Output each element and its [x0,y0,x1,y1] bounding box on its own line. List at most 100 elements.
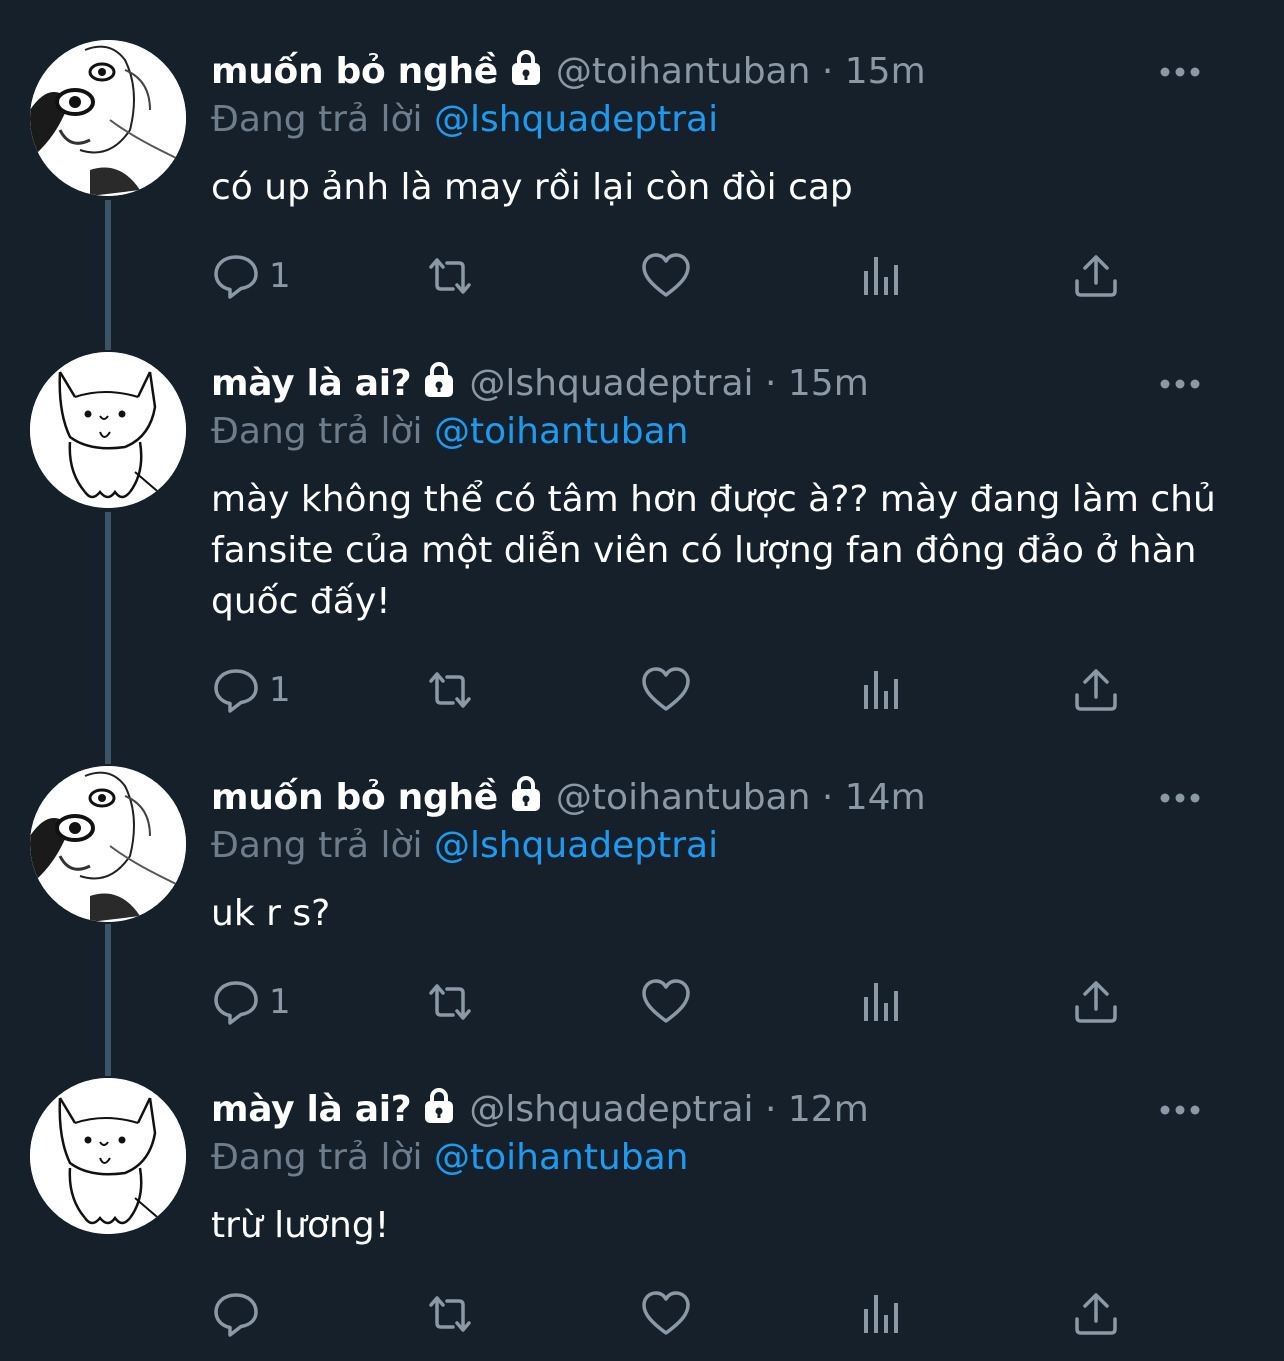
share-button[interactable] [1071,662,1121,718]
share-icon [1075,255,1117,297]
tweet-actions [211,1286,1131,1342]
retweet-icon [429,258,471,294]
reply-mention-link[interactable]: @lshquadeptrai [434,99,718,140]
reply-button[interactable] [211,1286,269,1342]
views-button[interactable] [856,1286,906,1342]
replying-to: Đang trả lời @lshquadeptrai [211,820,718,872]
retweet-button[interactable] [425,1286,475,1342]
share-button[interactable] [1071,1286,1121,1342]
heart-icon [642,979,690,1023]
user-handle[interactable]: @lshquadeptrai [469,1089,753,1130]
retweet-icon [429,984,471,1020]
reply-icon [214,255,258,299]
reply-count: 1 [269,982,291,1022]
retweet-button[interactable] [425,974,475,1030]
tweet-header: mày là ai? @lshquadeptrai · 15m [211,358,1244,410]
replying-to: Đang trả lời @toihantuban [211,406,688,458]
analytics-icon [864,671,898,709]
separator-dot: · [764,363,777,404]
timestamp[interactable]: 14m [845,777,926,818]
replying-to-label: Đang trả lời [211,411,423,452]
thread-line-1 [105,200,111,350]
avatar[interactable] [30,1078,186,1234]
user-handle[interactable]: @lshquadeptrai [469,363,753,404]
tweet-text: trừ lương! [211,1205,390,1246]
sketch-cat-avatar-image [30,352,186,508]
analytics-icon [864,257,898,295]
reply-mention-link[interactable]: @toihantuban [434,1137,689,1178]
heart-icon [642,1291,690,1335]
separator-dot: · [764,1089,777,1130]
timestamp[interactable]: 15m [788,363,869,404]
analytics-icon [864,983,898,1021]
tweet-actions: 1 [211,662,1131,718]
retweet-button[interactable] [425,248,475,304]
replying-to: Đang trả lời @lshquadeptrai [211,94,718,146]
thread-line-3 [105,924,111,1076]
avatar[interactable] [30,352,186,508]
share-button[interactable] [1071,248,1121,304]
analytics-icon [864,1295,898,1333]
retweet-button[interactable] [425,662,475,718]
share-icon [1075,981,1117,1023]
lock-icon [425,362,454,397]
display-name[interactable]: mày là ai? [211,1089,412,1130]
lock-icon [425,1088,454,1123]
views-button[interactable] [856,662,906,718]
like-button[interactable] [641,974,691,1030]
display-name[interactable]: muốn bỏ nghề [211,51,498,92]
share-icon [1075,669,1117,711]
like-button[interactable] [641,1286,691,1342]
sketch-face-avatar-image [30,40,186,196]
replying-to-label: Đang trả lời [211,1137,423,1178]
reply-icon [214,1293,258,1337]
reply-button[interactable]: 1 [211,662,291,718]
tweet-header: mày là ai? @lshquadeptrai · 12m [211,1084,1244,1136]
views-button[interactable] [856,248,906,304]
tweet-text: mày không thể có tâm hơn được à?? mày đa… [211,479,1216,622]
heart-icon [642,253,690,297]
display-name[interactable]: muốn bỏ nghề [211,777,498,818]
reply-button[interactable]: 1 [211,248,291,304]
reply-button[interactable]: 1 [211,974,291,1030]
reply-mention-link[interactable]: @toihantuban [434,411,689,452]
replying-to: Đang trả lời @toihantuban [211,1132,688,1184]
more-horizontal-icon[interactable] [1160,46,1200,98]
sketch-cat-avatar-image [30,1078,186,1234]
tweet-actions: 1 [211,974,1131,1030]
like-button[interactable] [641,248,691,304]
display-name[interactable]: mày là ai? [211,363,412,404]
avatar[interactable] [30,766,186,922]
tweet-header: muốn bỏ nghề @toihantuban · 15m [211,46,1244,98]
user-handle[interactable]: @toihantuban [556,51,811,92]
share-button[interactable] [1071,974,1121,1030]
lock-icon [511,50,540,85]
timestamp[interactable]: 15m [845,51,926,92]
replying-to-label: Đang trả lời [211,99,423,140]
retweet-icon [429,1296,471,1332]
more-horizontal-icon[interactable] [1160,358,1200,410]
reply-count: 1 [269,670,291,710]
reply-icon [214,981,258,1025]
reply-count: 1 [269,256,291,296]
like-button[interactable] [641,662,691,718]
sketch-face-avatar-image [30,766,186,922]
tweet-text: có up ảnh là may rồi lại còn đòi cap [211,167,853,208]
reply-mention-link[interactable]: @lshquadeptrai [434,825,718,866]
thread-line-2 [105,512,111,764]
more-horizontal-icon[interactable] [1160,1084,1200,1136]
lock-icon [511,776,540,811]
user-handle[interactable]: @toihantuban [556,777,811,818]
share-icon [1075,1293,1117,1335]
more-horizontal-icon[interactable] [1160,772,1200,824]
retweet-icon [429,672,471,708]
timestamp[interactable]: 12m [788,1089,869,1130]
avatar[interactable] [30,40,186,196]
tweet-actions: 1 [211,248,1131,304]
views-button[interactable] [856,974,906,1030]
heart-icon [642,667,690,711]
separator-dot: · [821,777,834,818]
replying-to-label: Đang trả lời [211,825,423,866]
tweet-header: muốn bỏ nghề @toihantuban · 14m [211,772,1244,824]
tweet-text: uk r s? [211,893,331,934]
